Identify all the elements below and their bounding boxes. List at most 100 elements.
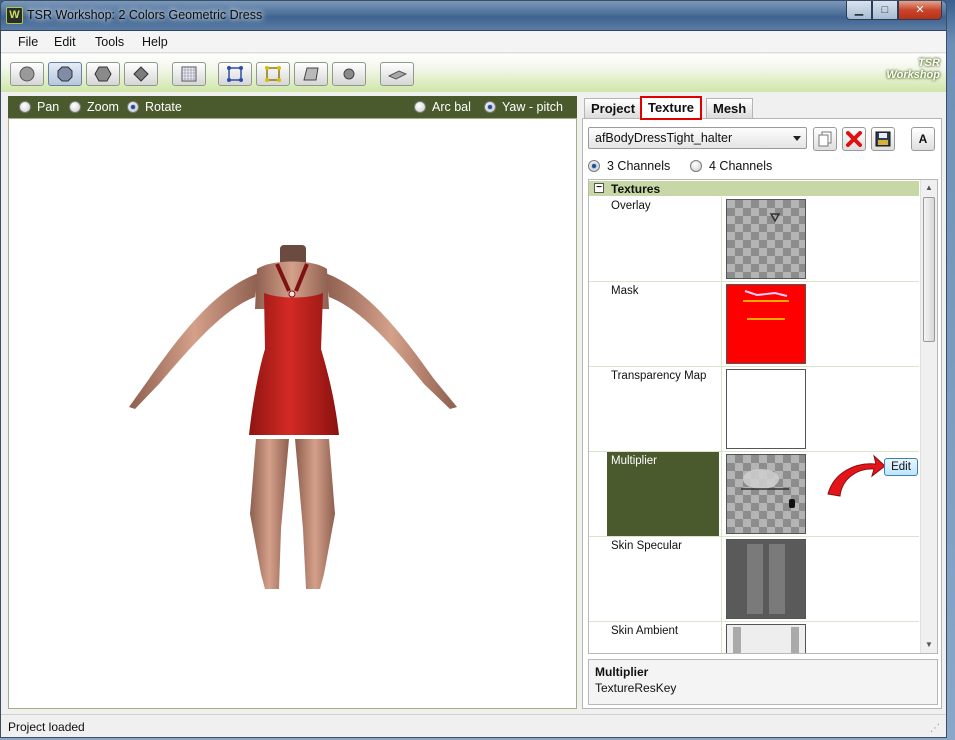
app-window: W TSR Workshop: 2 Colors Geometric Dress… [0, 0, 947, 738]
title-bar: W TSR Workshop: 2 Colors Geometric Dress… [1, 1, 946, 31]
pan-option[interactable]: Pan [19, 100, 59, 114]
transparency-map-thumbnail[interactable] [726, 369, 806, 449]
skin-ambient-thumbnail[interactable] [726, 624, 806, 653]
plane-view-button[interactable] [380, 62, 414, 86]
description-text: TextureResKey [595, 681, 677, 695]
arcball-option[interactable]: Arc bal [414, 100, 471, 114]
pan-radio[interactable] [19, 101, 31, 113]
skin-ambient-figure-icon [733, 627, 799, 653]
column-divider [721, 197, 722, 281]
four-channels-option[interactable]: 4 Channels [690, 159, 772, 173]
collapse-icon[interactable]: − [594, 183, 604, 193]
column-divider [721, 282, 722, 366]
texture-tab-panel: afBodyDressTight_halter A 3 Channels 4 C… [582, 118, 942, 709]
yaw-pitch-radio[interactable] [484, 101, 496, 113]
yaw-pitch-option[interactable]: Yaw - pitch [484, 100, 563, 114]
menu-tools[interactable]: Tools [95, 35, 124, 49]
logo-line-1: TSR [918, 57, 940, 69]
texture-row-skin-ambient[interactable]: Skin Ambient [589, 622, 919, 653]
dress-model [129, 245, 457, 589]
rotate-label: Rotate [145, 100, 182, 114]
rotate-option[interactable]: Rotate [127, 100, 182, 114]
hexagon-view-button[interactable] [86, 62, 120, 86]
window-controls: ▁ □ ✕ [846, 1, 942, 21]
resize-grip-icon[interactable]: ⋰ [930, 723, 942, 735]
texture-row-transparency-map[interactable]: Transparency Map [589, 367, 919, 452]
arcball-label: Arc bal [432, 100, 471, 114]
sphere-view-button[interactable] [10, 62, 44, 86]
chevron-down-icon [793, 136, 801, 141]
skin-specular-thumbnail[interactable] [726, 539, 806, 619]
menu-help[interactable]: Help [142, 35, 168, 49]
texture-name: Overlay [611, 200, 651, 212]
texture-row-overlay[interactable]: Overlay [589, 197, 919, 282]
texture-row-multiplier[interactable]: Multiplier Edit [589, 452, 919, 537]
tab-mesh[interactable]: Mesh [706, 98, 754, 118]
status-text: Project loaded [8, 720, 85, 734]
tab-project[interactable]: Project [584, 98, 643, 118]
overlay-thumbnail[interactable] [726, 199, 806, 279]
pan-label: Pan [37, 100, 60, 114]
viewport-options-bar: Pan Zoom Rotate Arc bal Yaw - pitch [8, 96, 577, 118]
menu-edit[interactable]: Edit [54, 35, 76, 49]
octagon-view-button[interactable] [48, 62, 82, 86]
texture-name: Skin Ambient [611, 625, 679, 637]
grid-view-button[interactable] [172, 62, 206, 86]
four-channels-label: 4 Channels [709, 159, 773, 173]
scroll-down-icon[interactable]: ▼ [921, 637, 937, 653]
edit-texture-button[interactable]: Edit [884, 458, 918, 476]
property-description: Multiplier TextureResKey [588, 659, 938, 705]
diamond-view-button[interactable] [124, 62, 158, 86]
circle-view-button[interactable] [332, 62, 366, 86]
zoom-label: Zoom [87, 100, 119, 114]
small-circle-icon [343, 68, 355, 80]
rotate-radio[interactable] [127, 101, 139, 113]
delete-button[interactable] [842, 127, 866, 151]
mesh-cube-button[interactable] [218, 62, 252, 86]
tsr-workshop-logo: TSR Workshop [884, 57, 940, 89]
texture-row-mask[interactable]: Mask [589, 282, 919, 367]
grid-icon [181, 66, 197, 82]
red-x-icon [846, 131, 862, 147]
textures-group-title: Textures [611, 182, 661, 196]
mask-lines-icon [743, 290, 789, 320]
description-title: Multiplier [595, 665, 649, 679]
scroll-up-icon[interactable]: ▲ [921, 180, 937, 196]
3d-viewport[interactable] [8, 118, 577, 709]
window-title: TSR Workshop: 2 Colors Geometric Dress [27, 8, 263, 22]
floor-view-button[interactable] [294, 62, 328, 86]
yellow-cube-icon [265, 66, 281, 82]
toolbar: TSR Workshop [1, 54, 946, 92]
texture-row-skin-specular[interactable]: Skin Specular [589, 537, 919, 622]
tab-texture[interactable]: Texture [640, 96, 702, 120]
textures-group-header[interactable]: − Textures [589, 181, 919, 196]
texture-name: Multiplier [607, 452, 719, 536]
bone-cube-button[interactable] [256, 62, 290, 86]
minimize-button[interactable]: ▁ [846, 1, 872, 20]
scroll-thumb[interactable] [923, 197, 935, 342]
diamond-icon [133, 66, 149, 82]
zoom-radio[interactable] [69, 101, 81, 113]
arcball-radio[interactable] [414, 101, 426, 113]
mask-thumbnail[interactable] [726, 284, 806, 364]
maximize-button[interactable]: □ [872, 1, 898, 20]
four-channels-radio[interactable] [690, 160, 702, 172]
mesh-group-dropdown[interactable]: afBodyDressTight_halter [588, 127, 807, 149]
save-button[interactable] [871, 127, 895, 151]
close-button[interactable]: ✕ [898, 1, 942, 20]
app-icon: W [6, 7, 23, 24]
copy-button[interactable] [813, 127, 837, 151]
copy-icon [818, 131, 832, 147]
three-channels-option[interactable]: 3 Channels [588, 159, 670, 173]
grid-scrollbar[interactable]: ▲ ▼ [920, 180, 937, 653]
menu-file[interactable]: File [18, 35, 38, 49]
column-divider [721, 367, 722, 451]
zoom-option[interactable]: Zoom [69, 100, 119, 114]
overlay-mark-icon [769, 213, 781, 223]
texture-property-grid: − Textures Overlay Mask Transparency Map… [588, 179, 938, 654]
red-arrow-icon [827, 454, 886, 497]
multiplier-thumbnail[interactable] [726, 454, 806, 534]
multiplier-shape-icon [741, 469, 795, 508]
three-channels-radio[interactable] [588, 160, 600, 172]
letter-a-button[interactable]: A [911, 127, 935, 151]
